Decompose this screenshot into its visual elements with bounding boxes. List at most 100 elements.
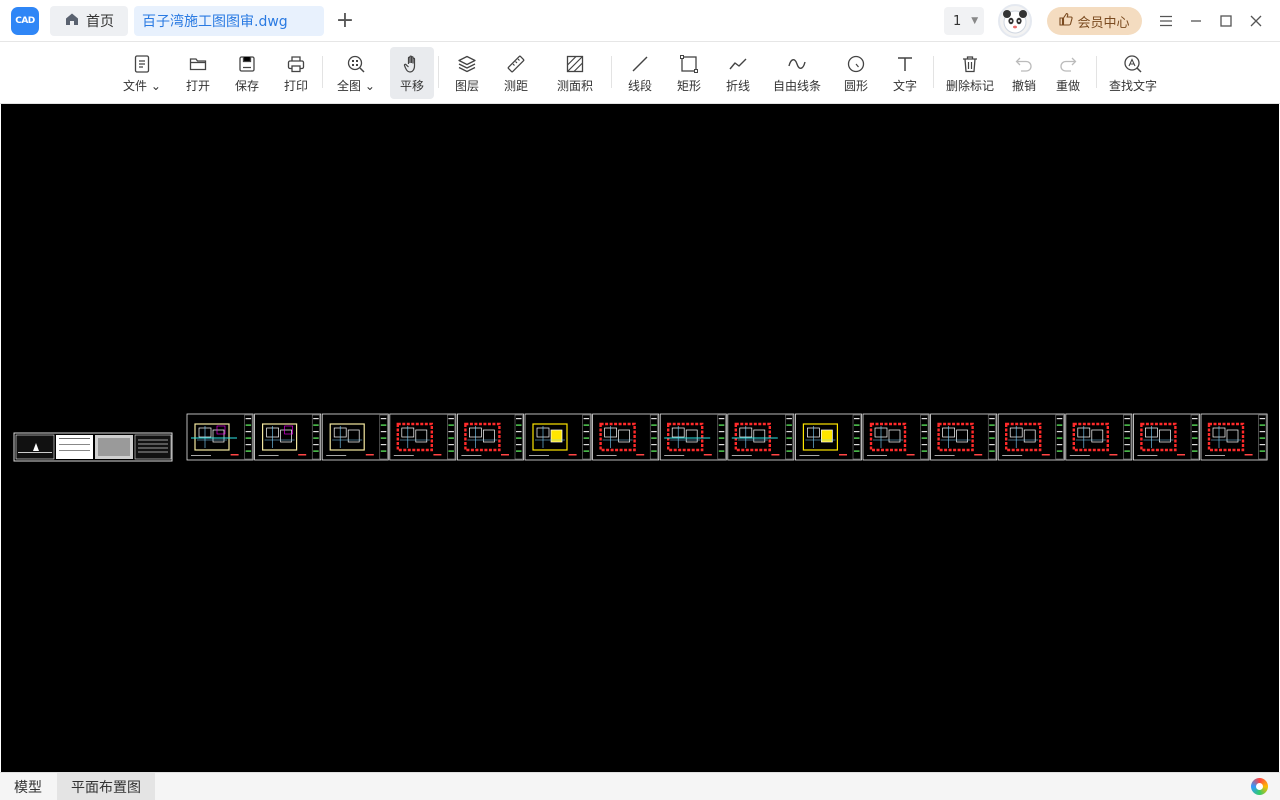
drawing-sheet-thumbnail: [727, 413, 795, 461]
find-text-label: 查找文字: [1108, 79, 1157, 93]
cad-viewer-app: CAD 首页 百子湾施工图图审.dwg + 1 ▼ 会员中心 文件 ⌄ 打开 保…: [0, 0, 1280, 800]
find-text-button[interactable]: 查找文字: [1104, 47, 1162, 99]
print-button[interactable]: 打印: [276, 47, 316, 99]
floor-plan-sheets: [186, 413, 1268, 461]
tab-home[interactable]: 首页: [50, 6, 128, 36]
file-menu-button[interactable]: 文件 ⌄: [120, 47, 164, 99]
drawing-sheet-thumbnail: [524, 413, 592, 461]
tab-document[interactable]: 百子湾施工图图审.dwg: [134, 6, 324, 36]
save-button[interactable]: 保存: [227, 47, 267, 99]
drawing-sheet-thumbnail: [321, 413, 389, 461]
page-number: 1: [953, 13, 962, 29]
trash-icon: [959, 53, 981, 75]
drawing-sheet-thumbnail: [456, 413, 524, 461]
folder-open-icon: [187, 53, 209, 75]
drawing-sheet-thumbnail: [659, 413, 727, 461]
measure-area-label: 测面积: [556, 79, 593, 93]
status-bar: 模型 平面布置图: [0, 772, 1280, 800]
chevron-down-icon: ⌄: [361, 79, 375, 93]
thumbs-up-icon: [1059, 12, 1074, 30]
undo-label: 撤销: [1011, 79, 1036, 93]
rectangle-tool-label: 矩形: [676, 79, 701, 93]
line-tool-button[interactable]: 线段: [620, 47, 660, 99]
vip-center-button[interactable]: 会员中心: [1047, 7, 1142, 35]
ruler-icon: [505, 53, 527, 75]
hand-icon: [401, 53, 423, 75]
close-button[interactable]: [1245, 10, 1267, 32]
app-logo-text: CAD: [15, 16, 35, 26]
circle-tool-button[interactable]: 圆形: [836, 47, 876, 99]
redo-button[interactable]: 重做: [1048, 47, 1088, 99]
color-wheel-icon[interactable]: [1251, 778, 1268, 795]
drawing-sheet-thumbnail: [795, 413, 862, 461]
open-button[interactable]: 打开: [178, 47, 218, 99]
measure-area-button[interactable]: 测面积: [549, 47, 601, 99]
drawing-sheets: [13, 413, 1268, 462]
printer-icon: [285, 53, 307, 75]
home-icon: [64, 11, 80, 31]
delete-marks-label: 删除标记: [945, 79, 994, 93]
text-icon: [894, 53, 916, 75]
toolbar-divider: [933, 56, 934, 88]
full-view-label: 全图: [337, 79, 362, 93]
delete-marks-button[interactable]: 删除标记: [942, 47, 998, 99]
drawing-sheet-thumbnail: [592, 413, 660, 461]
circle-icon: [845, 53, 867, 75]
drawing-canvas[interactable]: [1, 104, 1279, 772]
measure-distance-button[interactable]: 测距: [496, 47, 536, 99]
maximize-button[interactable]: [1215, 10, 1237, 32]
tab-floor-plan-layout[interactable]: 平面布置图: [57, 773, 155, 800]
redo-icon: [1057, 53, 1079, 75]
drawing-sheet-thumbnail: [862, 413, 930, 461]
open-label: 打开: [185, 79, 210, 93]
polyline-icon: [727, 53, 749, 75]
close-icon: [1250, 15, 1262, 27]
chevron-down-icon: ⌄: [147, 79, 161, 93]
toolbar-divider: [1096, 56, 1097, 88]
save-icon: [236, 53, 258, 75]
cover-sheets: [13, 432, 173, 462]
minimize-button[interactable]: [1185, 10, 1207, 32]
undo-icon: [1013, 53, 1035, 75]
circle-tool-label: 圆形: [843, 79, 868, 93]
layers-button[interactable]: 图层: [447, 47, 487, 99]
text-tool-label: 文字: [892, 79, 917, 93]
tab-document-label: 百子湾施工图图审.dwg: [142, 14, 288, 30]
find-text-icon: [1122, 53, 1144, 75]
zoom-extents-icon: [345, 53, 367, 75]
print-label: 打印: [283, 79, 308, 93]
rectangle-tool-button[interactable]: 矩形: [669, 47, 709, 99]
drawing-sheet-thumbnail: [389, 413, 457, 461]
panda-avatar-icon: [1003, 10, 1027, 34]
redo-label: 重做: [1055, 79, 1080, 93]
toolbar: 文件 ⌄ 打开 保存 打印 全图 ⌄ 平移 图层 测距 测面积 线段 矩形 折线…: [0, 42, 1280, 104]
drawing-sheet-thumbnail: [254, 413, 322, 461]
freehand-curve-icon: [786, 53, 808, 75]
line-tool-label: 线段: [627, 79, 652, 93]
rectangle-icon: [678, 53, 700, 75]
tab-model[interactable]: 模型: [0, 773, 56, 800]
full-view-button[interactable]: 全图 ⌄: [334, 47, 378, 99]
undo-button[interactable]: 撤销: [1004, 47, 1044, 99]
save-label: 保存: [234, 79, 259, 93]
drawing-sheet-thumbnail: [186, 413, 254, 461]
tab-floor-plan-layout-label: 平面布置图: [71, 780, 141, 796]
menu-button[interactable]: [1155, 10, 1177, 32]
drawing-sheet-thumbnail: [997, 413, 1065, 461]
chevron-down-icon: ▼: [971, 16, 979, 26]
toolbar-divider: [322, 56, 323, 88]
polyline-tool-button[interactable]: 折线: [718, 47, 758, 99]
minimize-icon: [1191, 20, 1201, 22]
page-selector[interactable]: 1 ▼: [944, 7, 984, 35]
new-tab-button[interactable]: +: [334, 8, 356, 34]
tab-home-label: 首页: [86, 14, 114, 30]
file-menu-label: 文件: [123, 79, 148, 93]
layers-label: 图层: [454, 79, 479, 93]
line-icon: [629, 53, 651, 75]
pan-label: 平移: [399, 79, 424, 93]
drawing-sheet-thumbnail: [930, 413, 998, 461]
avatar[interactable]: [998, 4, 1032, 38]
text-tool-button[interactable]: 文字: [885, 47, 925, 99]
freehand-tool-button[interactable]: 自由线条: [768, 47, 826, 99]
pan-button[interactable]: 平移: [390, 47, 434, 99]
